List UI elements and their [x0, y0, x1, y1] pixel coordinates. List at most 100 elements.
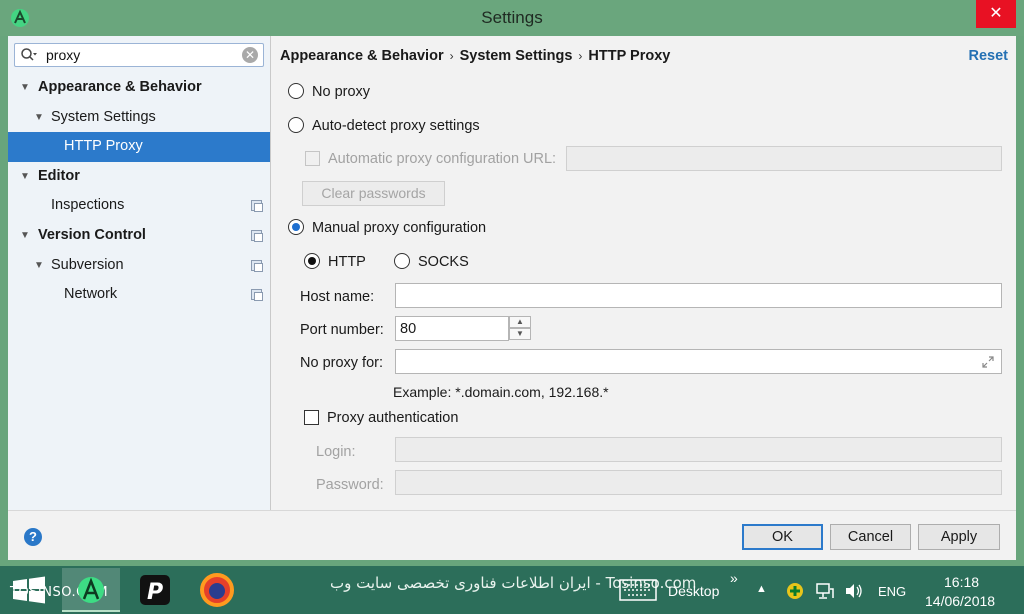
- password-label: Password:: [316, 477, 384, 493]
- keyboard-icon[interactable]: [619, 579, 657, 601]
- port-stepper[interactable]: ▲ ▼: [509, 316, 531, 340]
- auto-config-url-label: Automatic proxy configuration URL:: [328, 151, 557, 167]
- manual-proxy-option[interactable]: Manual proxy configuration: [288, 219, 486, 236]
- manual-proxy-label: Manual proxy configuration: [312, 220, 487, 236]
- title-bar[interactable]: Settings ✕: [0, 0, 1024, 36]
- sidebar-item-label: Editor: [38, 167, 80, 184]
- breadcrumb-item: System Settings: [459, 48, 573, 64]
- project-settings-icon: [251, 259, 263, 272]
- settings-tree: ▼ Appearance & Behavior ▼ System Settings HT…: [8, 73, 270, 310]
- example-hint: Example: *.domain.com, 192.168.*: [393, 384, 609, 400]
- radio-icon[interactable]: [394, 253, 410, 269]
- no-proxy-for-field[interactable]: [395, 349, 1002, 374]
- radio-icon[interactable]: [304, 253, 320, 269]
- stepper-down-icon[interactable]: ▼: [509, 328, 531, 340]
- dialog-body: proxy ✕ ▼ Appearance & Behavior ▼ System Se…: [8, 36, 1016, 560]
- port-number-field[interactable]: 80: [395, 316, 509, 341]
- radio-icon[interactable]: [288, 219, 304, 235]
- firefox-taskbar-icon[interactable]: [188, 568, 246, 612]
- expand-arrow-icon[interactable]: ▼: [32, 103, 46, 133]
- breadcrumb-item: HTTP Proxy: [588, 48, 671, 64]
- sidebar-item-inspections[interactable]: Inspections: [8, 191, 270, 221]
- sidebar-item-network[interactable]: Network: [8, 280, 270, 310]
- search-input[interactable]: proxy ✕: [14, 43, 264, 67]
- sidebar-item-label: HTTP Proxy: [64, 138, 143, 155]
- port-number-value: 80: [400, 321, 417, 337]
- sidebar-item-editor[interactable]: ▼ Editor: [8, 162, 270, 192]
- security-status-icon[interactable]: [785, 581, 805, 601]
- no-proxy-for-label: No proxy for:: [300, 355, 383, 371]
- network-icon[interactable]: [815, 581, 835, 601]
- clear-passwords-button[interactable]: Clear passwords: [302, 181, 445, 206]
- project-settings-icon: [251, 229, 263, 242]
- auto-detect-option[interactable]: Auto-detect proxy settings: [288, 117, 480, 134]
- login-field[interactable]: [395, 437, 1002, 462]
- proxy-authentication-label: Proxy authentication: [327, 410, 459, 426]
- expand-icon[interactable]: [981, 355, 995, 369]
- expand-arrow-icon[interactable]: ▼: [32, 251, 46, 281]
- sidebar-item-appearance-behavior[interactable]: ▼ Appearance & Behavior: [8, 73, 270, 103]
- expand-arrow-icon[interactable]: ▼: [18, 162, 32, 192]
- sidebar-item-system-settings[interactable]: ▼ System Settings: [8, 103, 270, 133]
- auto-config-url-option[interactable]: Automatic proxy configuration URL:: [305, 151, 556, 167]
- checkbox-icon[interactable]: [304, 410, 319, 425]
- close-button[interactable]: ✕: [976, 0, 1016, 28]
- login-label: Login:: [316, 444, 356, 460]
- expand-arrow-icon[interactable]: ▼: [18, 73, 32, 103]
- sidebar-item-version-control[interactable]: ▼ Version Control: [8, 221, 270, 251]
- clock-date[interactable]: 14/06/2018: [925, 593, 995, 614]
- show-hidden-icons-icon[interactable]: ▲: [756, 583, 767, 614]
- window-title: Settings: [481, 8, 543, 27]
- breadcrumb-separator-icon: ›: [449, 49, 454, 63]
- host-name-field[interactable]: [395, 283, 1002, 308]
- search-value: proxy: [46, 47, 81, 63]
- radio-icon[interactable]: [288, 117, 304, 133]
- svg-text:P: P: [147, 580, 163, 605]
- sidebar-item-subversion[interactable]: ▼ Subversion: [8, 251, 270, 281]
- breadcrumb: Appearance & Behavior › System Settings › HT…: [280, 48, 670, 64]
- clear-search-icon[interactable]: ✕: [242, 47, 258, 63]
- socks-label: SOCKS: [418, 254, 469, 270]
- desktop-toolbar-label[interactable]: Desktop: [668, 583, 719, 614]
- project-settings-icon: [251, 289, 263, 302]
- http-option[interactable]: HTTP: [304, 253, 366, 270]
- no-proxy-option[interactable]: No proxy: [288, 83, 370, 100]
- checkbox-icon[interactable]: [305, 151, 320, 166]
- expand-arrow-icon[interactable]: ▼: [18, 221, 32, 251]
- ok-button[interactable]: OK: [742, 524, 823, 550]
- project-settings-icon: [251, 200, 263, 213]
- http-proxy-panel: Appearance & Behavior › System Settings › HT…: [272, 36, 1016, 510]
- no-proxy-label: No proxy: [312, 84, 371, 100]
- stepper-up-icon[interactable]: ▲: [509, 316, 531, 328]
- sidebar-item-label: Version Control: [38, 226, 146, 243]
- socks-option[interactable]: SOCKS: [394, 253, 469, 270]
- auto-detect-label: Auto-detect proxy settings: [312, 118, 480, 134]
- sidebar-item-http-proxy[interactable]: HTTP Proxy: [8, 132, 270, 162]
- proxy-authentication-option[interactable]: Proxy authentication: [304, 410, 458, 426]
- radio-icon[interactable]: [288, 83, 304, 99]
- sidebar-item-label: System Settings: [51, 108, 156, 125]
- language-indicator[interactable]: ENG: [878, 584, 906, 614]
- search-icon: [21, 48, 37, 61]
- http-label: HTTP: [328, 254, 366, 270]
- sidebar-item-label: Network: [64, 286, 118, 303]
- psiphon-taskbar-icon[interactable]: P: [126, 568, 184, 612]
- sidebar-item-label: Appearance & Behavior: [38, 79, 202, 95]
- password-field[interactable]: [395, 470, 1002, 495]
- toolbar-chevron-icon[interactable]: »: [730, 570, 738, 614]
- taskbar: TOSINSO.COM P ایران اطلاعات فناوری تخصصی…: [0, 566, 1024, 614]
- host-name-label: Host name:: [300, 289, 375, 305]
- sidebar-item-label: Inspections: [51, 197, 125, 214]
- help-icon[interactable]: ?: [24, 528, 42, 546]
- reset-link[interactable]: Reset: [969, 48, 1009, 64]
- auto-config-url-field[interactable]: [566, 146, 1002, 171]
- settings-sidebar: proxy ✕ ▼ Appearance & Behavior ▼ System Se…: [8, 36, 271, 510]
- dialog-footer: ? OK Cancel Apply: [8, 510, 1016, 560]
- android-studio-taskbar-icon[interactable]: [62, 568, 120, 612]
- breadcrumb-item: Appearance & Behavior: [280, 48, 444, 64]
- port-number-label: Port number:: [300, 322, 384, 338]
- volume-icon[interactable]: [843, 581, 863, 601]
- apply-button[interactable]: Apply: [918, 524, 1000, 550]
- breadcrumb-separator-icon: ›: [578, 49, 583, 63]
- cancel-button[interactable]: Cancel: [830, 524, 911, 550]
